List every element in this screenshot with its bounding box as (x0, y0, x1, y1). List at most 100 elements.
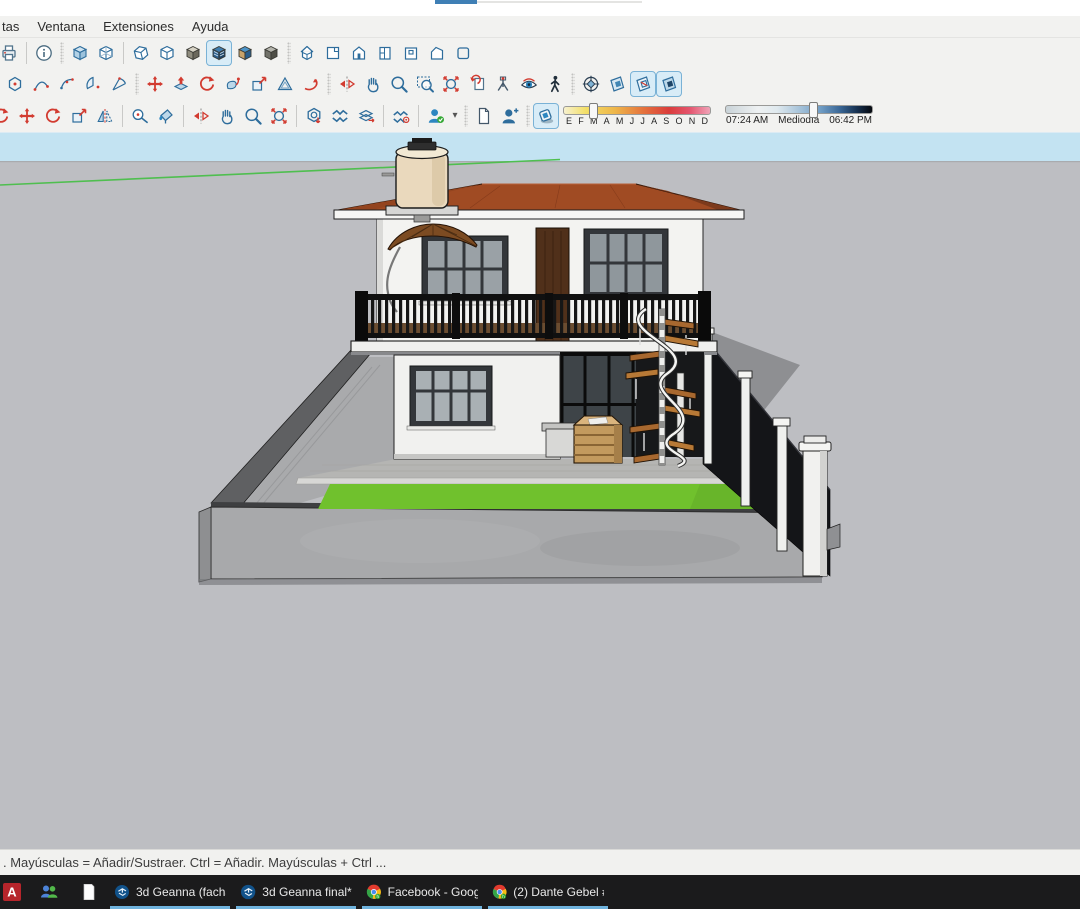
taskbar-window-3[interactable]: hFacebook - Google ... (360, 875, 484, 909)
pie-tool-button[interactable] (80, 71, 106, 97)
view-top-icon (323, 43, 343, 63)
rotate-tool-button[interactable] (194, 71, 220, 97)
menu-item-ventana[interactable]: Ventana (28, 17, 94, 36)
position-camera-tool-button[interactable] (490, 71, 516, 97)
toolbar-grip[interactable] (571, 73, 575, 95)
previous-view-button[interactable] (464, 71, 490, 97)
style-shaded-button[interactable] (180, 40, 206, 66)
menu-item-tas[interactable]: tas (0, 17, 28, 36)
lt-zoom-extents-tool-button[interactable] (266, 103, 292, 129)
toolbar-grip[interactable] (526, 105, 530, 127)
zoom-window-tool-button[interactable] (412, 71, 438, 97)
shadows-toggle-icon (536, 106, 556, 126)
pushpull-tool-button[interactable] (168, 71, 194, 97)
shadows-toggle-button[interactable] (533, 103, 559, 129)
toolbar-grip[interactable] (327, 73, 331, 95)
scale-tool-button[interactable] (246, 71, 272, 97)
display-section-fill-button[interactable] (656, 71, 682, 97)
walk-tool-button[interactable] (542, 71, 568, 97)
view-perspective-icon (453, 43, 473, 63)
section-plane-tool-button[interactable] (604, 71, 630, 97)
mirror-tool-button[interactable] (92, 103, 118, 129)
account-avatar-button[interactable] (423, 103, 449, 129)
style-shaded-textures-button[interactable] (206, 40, 232, 66)
toolbar-grip[interactable] (60, 42, 64, 64)
move-tool-button[interactable] (142, 71, 168, 97)
date-slider-handle[interactable] (589, 103, 598, 119)
shadow-time-slider[interactable] (725, 105, 873, 114)
taskbar-contacts-button[interactable] (38, 882, 60, 902)
rotate-tool-icon (197, 74, 217, 94)
lt-move-tool-button[interactable] (14, 103, 40, 129)
axes-target-tool-button[interactable] (578, 71, 604, 97)
lt-rotate-tool-button[interactable] (40, 103, 66, 129)
toolbar-separator (383, 105, 384, 127)
extrude-tool-button[interactable] (298, 71, 324, 97)
display-section-cuts-button[interactable] (630, 71, 656, 97)
polygon-tool-button[interactable] (2, 71, 28, 97)
view-back-button[interactable] (398, 40, 424, 66)
style-back-edges-button[interactable] (93, 40, 119, 66)
zoom-tool-button[interactable] (386, 71, 412, 97)
arc-3point-tool-button[interactable] (54, 71, 80, 97)
sector-tool-button[interactable] (106, 71, 132, 97)
toolbar-grip[interactable] (135, 73, 139, 95)
offset-tool-button[interactable] (272, 71, 298, 97)
tape-measure-tool-button[interactable] (127, 103, 153, 129)
title-line-fragment (477, 1, 642, 3)
time-slider-handle[interactable] (809, 102, 818, 118)
flip-tool-button[interactable] (334, 71, 360, 97)
taskbar-window-4[interactable]: h(2) Dante Gebel #95... (486, 875, 610, 909)
style-xray-button[interactable] (67, 40, 93, 66)
wave-gear-tool-button[interactable] (388, 103, 414, 129)
rotate-partial-button[interactable] (0, 103, 14, 129)
paint-bucket-tool-button[interactable] (153, 103, 179, 129)
extrude-tool-icon (301, 74, 321, 94)
followme-tool-button[interactable] (220, 71, 246, 97)
model-info-button[interactable] (31, 40, 57, 66)
style-textured-button[interactable] (232, 40, 258, 66)
toolbar-grip[interactable] (287, 42, 291, 64)
menu-item-ayuda[interactable]: Ayuda (183, 17, 238, 36)
look-around-tool-button[interactable] (516, 71, 542, 97)
taskbar-window-2[interactable]: 3d Geanna final* - ... (234, 875, 358, 909)
taskbar-autocad-button[interactable]: A (2, 882, 22, 902)
view-left-button[interactable] (424, 40, 450, 66)
style-monochrome-button[interactable] (258, 40, 284, 66)
lt-zoom-tool-button[interactable] (240, 103, 266, 129)
month-labels: EFMAMJJASOND (563, 115, 711, 126)
taskbar-window-label: 3d Geanna (fachad... (136, 885, 226, 899)
lt-scale-tool-icon (69, 106, 89, 126)
view-iso-button[interactable] (294, 40, 320, 66)
account-menu-caret-icon[interactable]: ▾ (449, 110, 461, 121)
view-front-button[interactable] (346, 40, 372, 66)
layers-export-tool-button[interactable] (353, 103, 379, 129)
svg-text:A: A (7, 885, 17, 900)
taskbar-notepad-button[interactable] (80, 882, 98, 902)
style-hidden-line-button[interactable] (154, 40, 180, 66)
add-collaborator-button[interactable] (497, 103, 523, 129)
view-top-button[interactable] (320, 40, 346, 66)
pan-tool-button[interactable] (360, 71, 386, 97)
view-perspective-button[interactable] (450, 40, 476, 66)
toolbar-grip[interactable] (464, 105, 468, 127)
taskbar-window-1[interactable]: 3d Geanna (fachad... (108, 875, 232, 909)
hex-gear-tool-button[interactable] (301, 103, 327, 129)
walk-tool-icon (545, 74, 565, 94)
new-document-button[interactable] (471, 103, 497, 129)
arc-2point-tool-button[interactable] (28, 71, 54, 97)
lt-pan-tool-button[interactable] (214, 103, 240, 129)
shadow-date-slider[interactable] (563, 106, 711, 115)
menu-item-extensiones[interactable]: Extensiones (94, 17, 183, 36)
lt-flip-tool-button[interactable] (188, 103, 214, 129)
svg-text:h: h (502, 894, 505, 899)
print-button[interactable] (0, 40, 22, 66)
zoom-extents-tool-button[interactable] (438, 71, 464, 97)
lt-scale-tool-button[interactable] (66, 103, 92, 129)
style-wireframe-button[interactable] (128, 40, 154, 66)
view-right-button[interactable] (372, 40, 398, 66)
sky (0, 133, 1080, 161)
pushpull-tool-icon (171, 74, 191, 94)
viewport-3d[interactable] (0, 133, 1080, 849)
wave-tool-button[interactable] (327, 103, 353, 129)
